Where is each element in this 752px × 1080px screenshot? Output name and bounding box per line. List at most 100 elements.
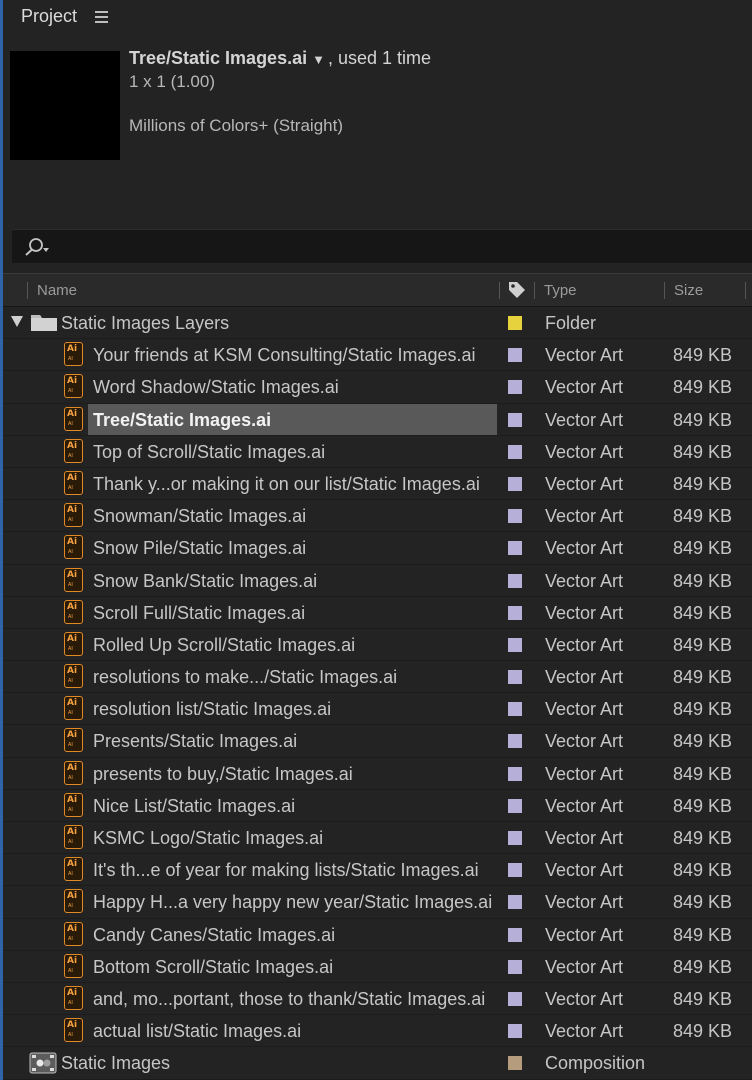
column-divider[interactable]: [664, 282, 665, 299]
list-item[interactable]: Ai AI Snow Bank/Static Images.ai Vector Art…: [3, 565, 752, 597]
list-item[interactable]: Ai AI It's th...e of year for making lists…: [3, 854, 752, 887]
usage-dropdown-arrow-icon[interactable]: ▼: [312, 52, 325, 67]
ai-badge-subtext: AI: [68, 388, 73, 395]
item-size: 849 KB: [672, 377, 732, 398]
label-color-swatch[interactable]: [508, 476, 522, 491]
ai-badge-subtext: AI: [68, 742, 73, 749]
illustrator-file-icon: Ai AI: [64, 1018, 83, 1043]
label-color-swatch[interactable]: [508, 863, 522, 878]
label-color-swatch[interactable]: [508, 1056, 522, 1071]
list-item[interactable]: Ai AI Scroll Full/Static Images.ai Vector A…: [3, 597, 752, 629]
ai-badge-text: Ai: [67, 472, 78, 483]
illustrator-file-icon: Ai AI: [64, 857, 83, 882]
label-color-swatch[interactable]: [508, 670, 522, 685]
list-item[interactable]: Ai AI resolution list/Static Images.ai Vect…: [3, 693, 752, 726]
item-size: 849 KB: [672, 699, 732, 720]
item-name: Bottom Scroll/Static Images.ai: [93, 956, 334, 977]
label-color-swatch[interactable]: [508, 766, 522, 781]
list-item[interactable]: Ai AI actual list/Static Images.ai Vector A…: [3, 1015, 752, 1048]
list-item[interactable]: Ai AI and, mo...portant, those to thank/St…: [3, 983, 752, 1016]
composition-row[interactable]: Static Images Composition: [3, 1047, 752, 1080]
ai-badge-subtext: AI: [68, 806, 73, 813]
label-color-swatch[interactable]: [508, 798, 522, 813]
column-header-name[interactable]: Name: [37, 282, 77, 299]
illustrator-file-icon: Ai AI: [64, 664, 83, 689]
item-type: Vector Art: [545, 795, 624, 816]
disclosure-triangle-icon[interactable]: [11, 316, 23, 327]
column-divider[interactable]: [27, 282, 28, 299]
illustrator-file-icon: Ai AI: [64, 953, 83, 978]
list-item[interactable]: Ai AI Bottom Scroll/Static Images.ai Vector…: [3, 951, 752, 983]
list-item[interactable]: Ai AI Happy H...a very happy new year/Stat…: [3, 886, 752, 919]
illustrator-file-icon: Ai AI: [64, 342, 83, 367]
label-color-swatch[interactable]: [508, 991, 522, 1006]
panel-menu-icon[interactable]: [95, 10, 109, 24]
list-item[interactable]: Ai AI resolutions to make.../Static Images…: [3, 661, 752, 694]
folder-row[interactable]: Static Images Layers Folder: [3, 307, 752, 340]
item-type: Vector Art: [545, 409, 624, 430]
list-item[interactable]: Ai AI Presents/Static Images.ai Vector Art 8…: [3, 725, 752, 758]
column-divider[interactable]: [534, 282, 535, 299]
illustrator-file-icon: Ai AI: [64, 470, 83, 495]
list-item[interactable]: Ai AI presents to buy,/Static Images.ai Vec…: [3, 758, 752, 790]
column-divider[interactable]: [499, 282, 500, 299]
search-icon[interactable]: [22, 235, 52, 259]
label-color-swatch[interactable]: [508, 895, 522, 910]
item-size: 849 KB: [672, 667, 732, 688]
list-item[interactable]: Ai AI Top of Scroll/Static Images.ai Vector…: [3, 436, 752, 468]
item-type: Vector Art: [545, 538, 624, 559]
item-name: Nice List/Static Images.ai: [93, 795, 296, 816]
project-item-list: Static Images Layers Folder Ai AI Your fri…: [3, 307, 752, 1080]
label-tag-icon[interactable]: [507, 280, 527, 300]
item-type: Vector Art: [545, 570, 624, 591]
item-name: Snow Pile/Static Images.ai: [93, 538, 307, 559]
illustrator-file-icon: Ai AI: [64, 503, 83, 528]
illustrator-file-icon: Ai AI: [64, 728, 83, 753]
label-color-swatch[interactable]: [508, 605, 522, 620]
item-size: 849 KB: [672, 602, 732, 623]
column-header-size[interactable]: Size: [674, 282, 703, 299]
label-color-swatch[interactable]: [508, 412, 522, 427]
ai-badge-subtext: AI: [68, 903, 73, 910]
list-item[interactable]: Ai AI Word Shadow/Static Images.ai Vector A…: [3, 371, 752, 404]
label-color-swatch[interactable]: [508, 1024, 522, 1039]
ai-badge-text: Ai: [67, 698, 78, 709]
ai-badge-subtext: AI: [68, 452, 73, 459]
list-item[interactable]: Ai AI KSMC Logo/Static Images.ai Vector Art…: [3, 822, 752, 855]
label-color-swatch[interactable]: [508, 831, 522, 845]
label-color-swatch[interactable]: [508, 702, 522, 717]
item-type: Vector Art: [545, 924, 624, 945]
item-type: Vector Art: [545, 377, 624, 398]
search-input[interactable]: [12, 229, 752, 263]
item-name: Snow Bank/Static Images.ai: [93, 570, 318, 591]
item-name: resolutions to make.../Static Images.ai: [93, 667, 398, 688]
label-color-swatch[interactable]: [508, 509, 522, 524]
list-item[interactable]: Ai AI Thank y...or making it on our list/S…: [3, 468, 752, 501]
panel-title[interactable]: Project: [21, 6, 77, 27]
list-item[interactable]: Ai AI Rolled Up Scroll/Static Images.ai Vec…: [3, 629, 752, 662]
label-color-swatch[interactable]: [508, 637, 522, 652]
ai-badge-text: Ai: [67, 923, 78, 934]
list-item[interactable]: Ai AI Snow Pile/Static Images.ai Vector Art…: [3, 532, 752, 565]
column-divider[interactable]: [745, 282, 746, 299]
label-color-swatch[interactable]: [508, 959, 522, 974]
ai-badge-subtext: AI: [68, 935, 73, 942]
folder-name: Static Images Layers: [61, 313, 230, 333]
ai-badge-text: Ai: [67, 827, 78, 837]
column-header-type[interactable]: Type: [544, 282, 577, 299]
column-header: Name Type Size: [3, 273, 752, 307]
label-color-swatch[interactable]: [508, 541, 522, 556]
list-item[interactable]: Ai AI Your friends at KSM Consulting/Stati…: [3, 339, 752, 372]
label-color-swatch[interactable]: [508, 348, 522, 363]
label-color-swatch[interactable]: [508, 444, 522, 459]
label-color-swatch[interactable]: [508, 927, 522, 942]
label-color-swatch[interactable]: [508, 734, 522, 749]
label-color-swatch[interactable]: [508, 380, 522, 395]
label-color-swatch[interactable]: [508, 573, 522, 588]
list-item[interactable]: Ai AI Snowman/Static Images.ai Vector Art 84…: [3, 500, 752, 533]
label-color-swatch[interactable]: [508, 316, 522, 330]
list-item[interactable]: Ai AI Tree/Static Images.ai Vector Art 849 K…: [3, 403, 752, 436]
item-type: Composition: [545, 1053, 646, 1074]
list-item[interactable]: Ai AI Candy Canes/Static Images.ai Vector A…: [3, 919, 752, 951]
list-item[interactable]: Ai AI Nice List/Static Images.ai Vector Art…: [3, 790, 752, 822]
